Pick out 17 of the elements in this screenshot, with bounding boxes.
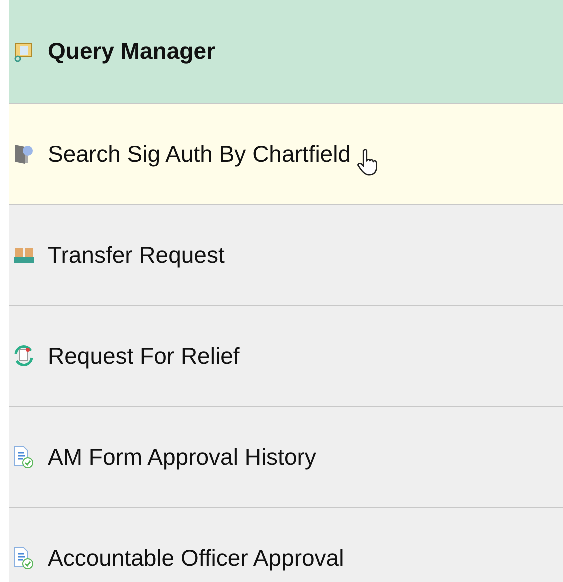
menu-item[interactable]: Search Sig Auth By Chartfield (9, 104, 563, 205)
menu-item[interactable]: Query Manager (9, 0, 563, 104)
document-check-icon (12, 445, 36, 469)
menu-item-label: AM Form Approval History (48, 444, 316, 470)
door-icon (12, 142, 36, 166)
refresh-document-icon (12, 344, 36, 368)
hand-cursor-icon (357, 148, 379, 178)
menu-item[interactable]: Transfer Request (9, 205, 563, 306)
menu-item[interactable]: Request For Relief (9, 306, 563, 407)
menu-item-label: Accountable Officer Approval (48, 544, 344, 572)
menu-item[interactable]: Accountable Officer Approval (9, 508, 563, 582)
menu-item-label: Request For Relief (48, 342, 240, 370)
menu-item-label: Search Sig Auth By Chartfield (48, 140, 351, 168)
menu-item-label: Transfer Request (48, 242, 225, 268)
menu-item-label: Query Manager (48, 38, 216, 65)
menu-item[interactable]: AM Form Approval History (9, 407, 563, 508)
document-check-icon (12, 546, 36, 570)
